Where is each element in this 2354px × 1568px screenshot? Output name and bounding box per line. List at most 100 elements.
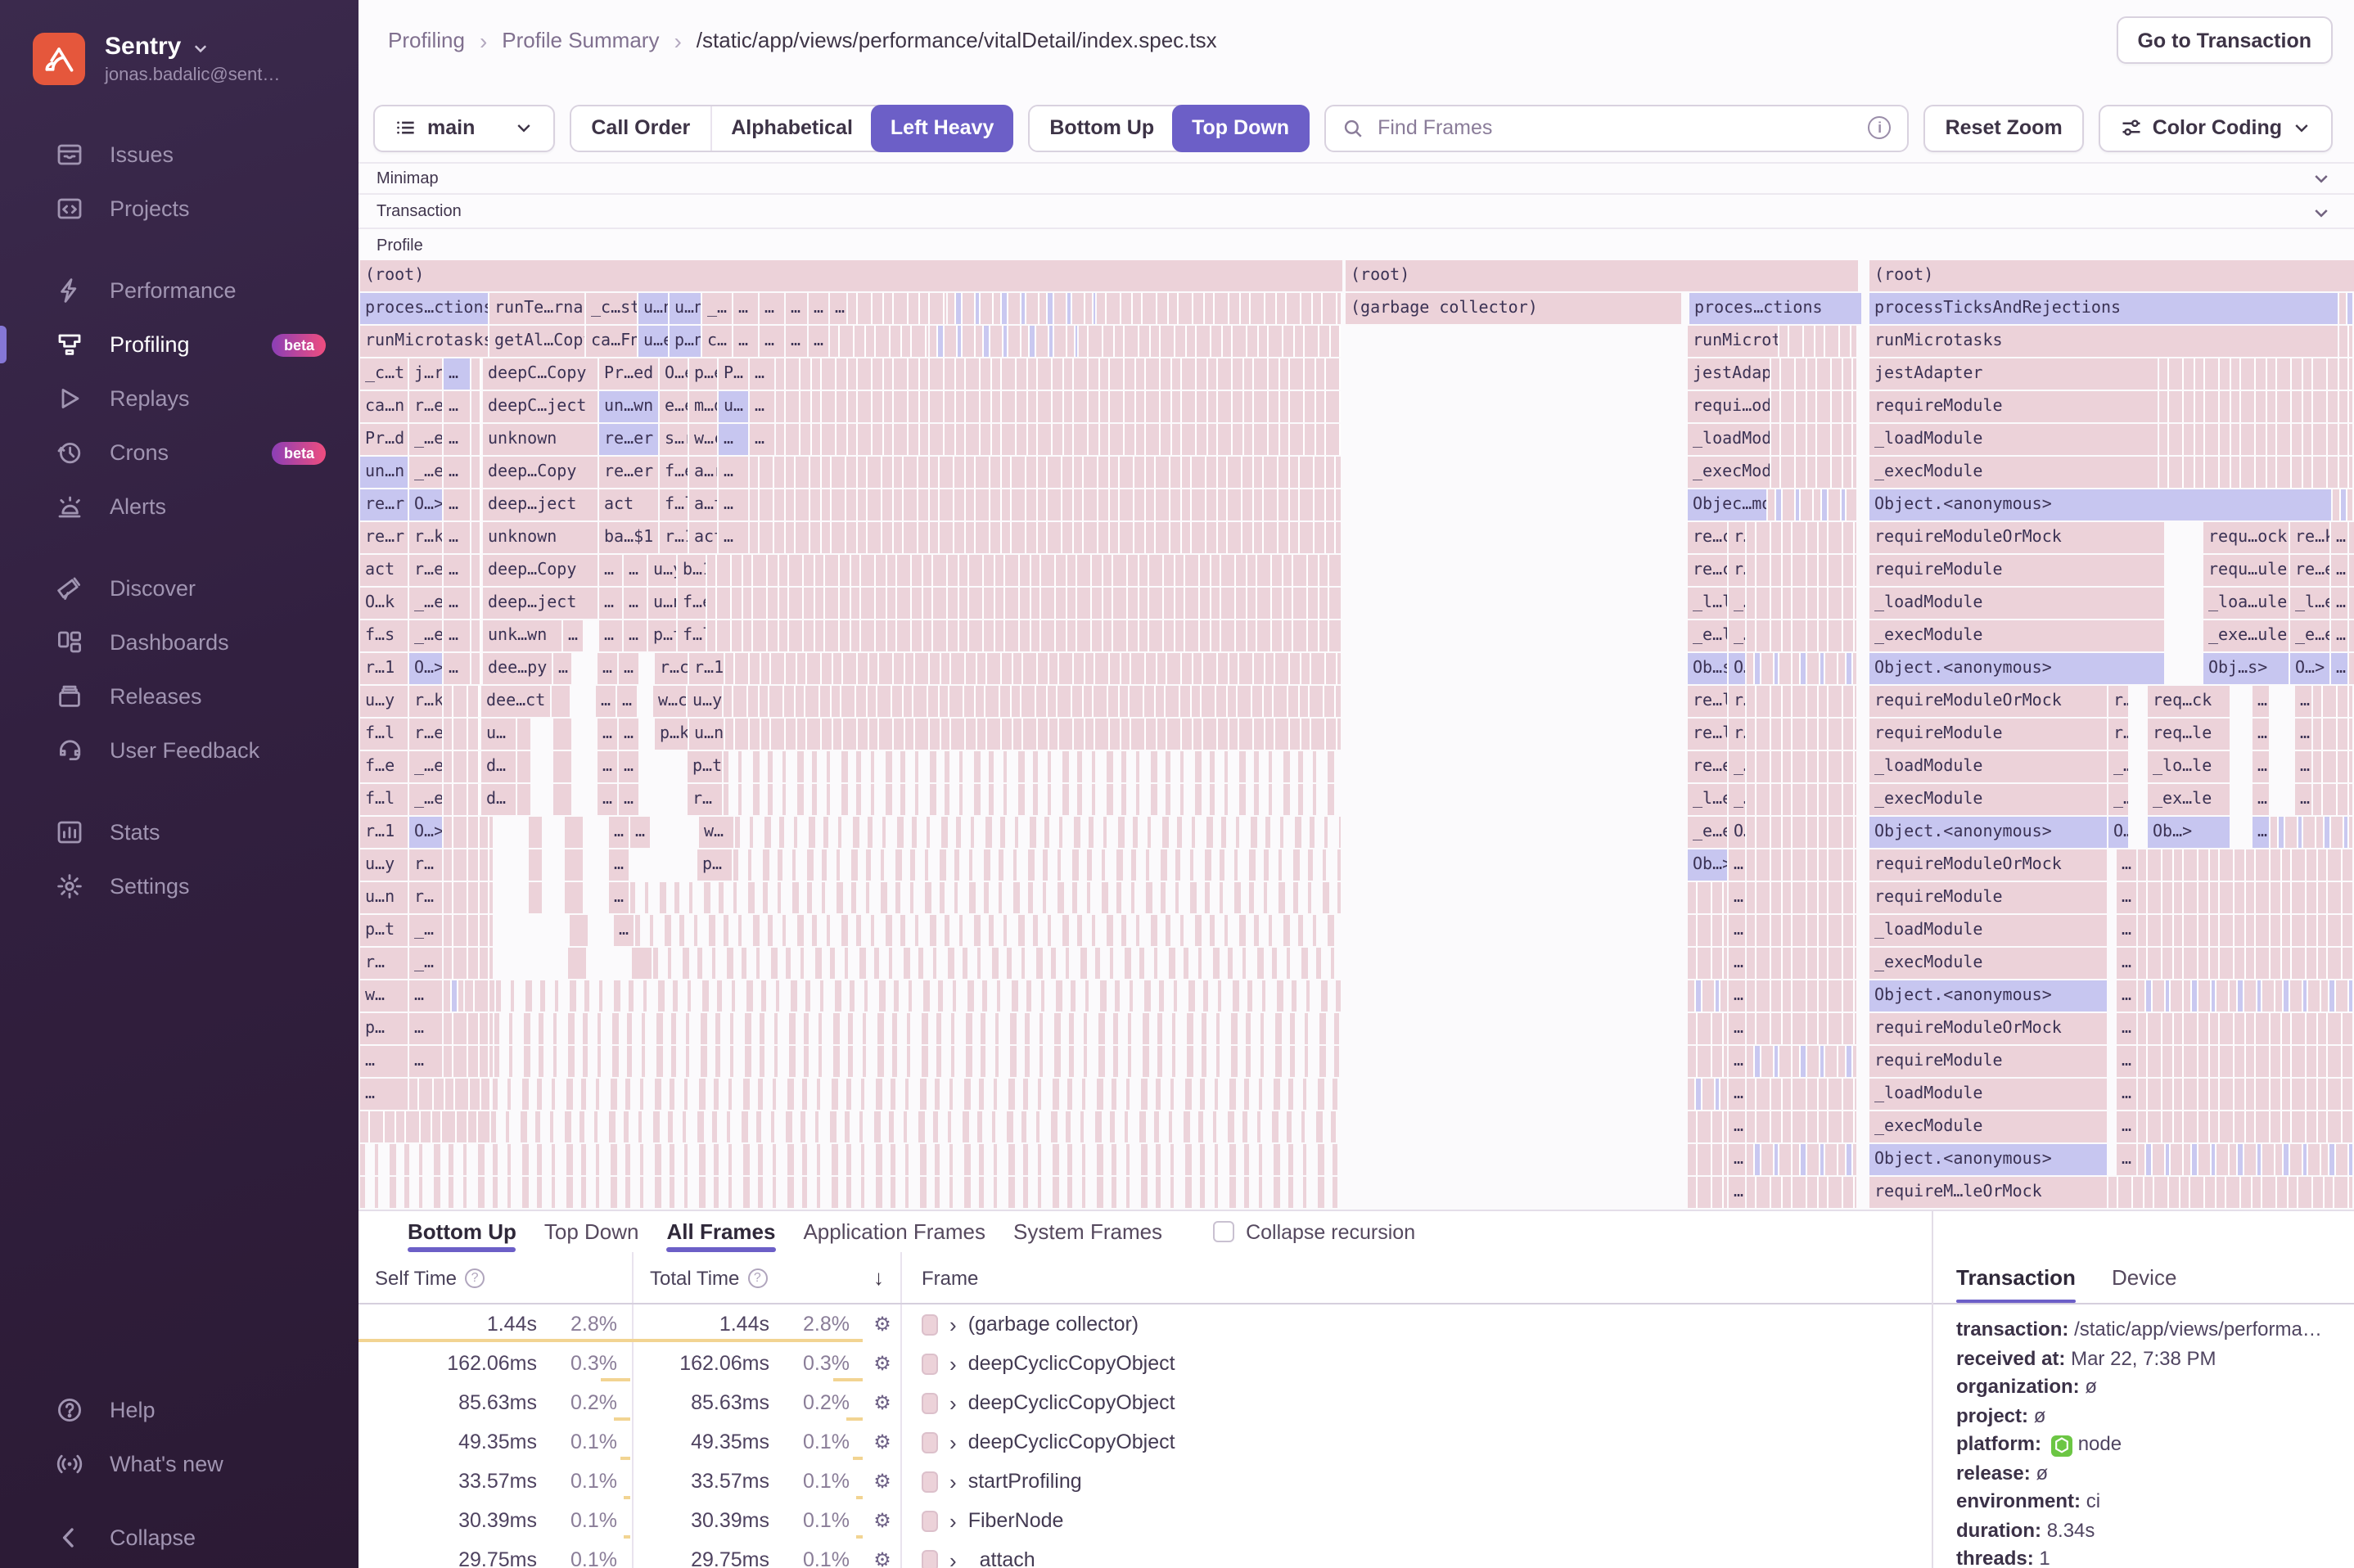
flame-frame[interactable]: w… (699, 817, 733, 848)
sort-option-left-heavy[interactable]: Left Heavy (871, 104, 1013, 151)
flame-frame[interactable]: _execModule (1869, 1111, 2107, 1142)
flame-frame[interactable]: r… (2108, 719, 2128, 750)
flame-frame[interactable]: … (1729, 915, 1745, 946)
flame-frame[interactable]: … (409, 1046, 442, 1077)
flame-frame[interactable]: r… (688, 784, 722, 815)
flame-frame[interactable]: … (2295, 784, 2311, 815)
sidebar-item-what-s-new[interactable]: What's new (0, 1437, 359, 1491)
flame-frame[interactable]: f…l (360, 719, 408, 750)
flame-frame[interactable]: O…> (409, 653, 442, 684)
sidebar-item-profiling[interactable]: Profilingbeta (0, 318, 359, 372)
flame-frame[interactable]: requireModule (1869, 1046, 2107, 1077)
flame-frame[interactable]: … (2253, 751, 2269, 782)
flame-frame[interactable]: p…k (655, 719, 688, 750)
flame-frame[interactable]: … (598, 719, 617, 750)
flame-frame[interactable]: … (733, 293, 758, 324)
flame-frame[interactable]: … (619, 719, 638, 750)
flame-frame[interactable]: … (444, 620, 470, 651)
flame-frame[interactable]: … (2331, 522, 2347, 553)
flame-frame[interactable]: … (599, 588, 622, 619)
gear-icon[interactable]: ⚙ (864, 1431, 900, 1453)
flame-frame[interactable]: … (609, 849, 629, 881)
flame-frame[interactable]: … (809, 326, 828, 357)
flame-frame[interactable]: … (1729, 1046, 1745, 1077)
flame-frame[interactable]: Obj…s> (2203, 653, 2289, 684)
flame-frame[interactable]: re…k (2290, 522, 2329, 553)
flame-frame[interactable]: … (719, 424, 748, 455)
flame-frame[interactable]: … (2117, 882, 2136, 913)
flame-frame[interactable]: … (409, 980, 442, 1012)
flame-frame[interactable]: … (553, 653, 571, 684)
flame-frame[interactable]: … (624, 588, 647, 619)
direction-option-bottom-up[interactable]: Bottom Up (1030, 106, 1174, 150)
flame-frame[interactable]: … (598, 751, 617, 782)
flame-frame[interactable]: … (2117, 980, 2136, 1012)
flame-frame[interactable]: re…r (360, 522, 408, 553)
collapse-recursion-checkbox[interactable]: Collapse recursion (1213, 1220, 1415, 1243)
flame-frame[interactable]: s…r (660, 424, 688, 455)
flame-frame[interactable]: _… (1729, 620, 1745, 651)
search-input[interactable] (1374, 115, 1857, 141)
flame-frame[interactable]: r… (1729, 719, 1745, 750)
flame-frame[interactable]: jestAdapter (1869, 358, 2158, 390)
flame-frame[interactable]: … (563, 620, 583, 651)
flame-frame[interactable]: deep…ject (483, 489, 598, 520)
flame-frame[interactable]: _…e (409, 588, 442, 619)
flame-frame[interactable]: re…er (599, 457, 658, 488)
sort-option-call-order[interactable]: Call Order (571, 106, 710, 150)
flame-frame[interactable]: … (2331, 653, 2347, 684)
flame-frame[interactable]: _… (1729, 588, 1745, 619)
flame-frame[interactable]: _loadModule (1869, 424, 2158, 455)
flame-frame[interactable]: (root) (1869, 260, 2354, 291)
flame-frame[interactable]: _…e (409, 424, 442, 455)
flame-frame[interactable]: u…n (360, 882, 408, 913)
flame-frame[interactable]: _… (2108, 751, 2128, 782)
flame-frame[interactable]: … (598, 784, 617, 815)
flame-frame[interactable]: … (444, 522, 470, 553)
sentry-logo-icon[interactable] (33, 33, 85, 85)
flame-frame[interactable]: r…k (409, 686, 442, 717)
flame-frame[interactable]: … (1729, 1111, 1745, 1142)
flame-frame[interactable]: … (444, 358, 470, 390)
flame-frame[interactable]: _execModule (1869, 784, 2107, 815)
flame-frame[interactable]: runMicrotasks (360, 326, 488, 357)
flame-frame[interactable]: requireModuleOrMock (1869, 849, 2107, 881)
flame-frame[interactable]: requireModule (1869, 882, 2107, 913)
flame-frame[interactable]: act (360, 555, 408, 586)
flame-frame[interactable]: re…l (1688, 686, 1727, 717)
flame-frame[interactable]: (root) (360, 260, 1342, 291)
flame-frame[interactable]: deepC…Copy (483, 358, 598, 390)
chevron-down-icon[interactable] (2311, 202, 2331, 222)
flame-frame[interactable]: u…e (638, 326, 668, 357)
tab-top-down[interactable]: Top Down (544, 1211, 639, 1252)
flame-frame[interactable]: … (360, 1046, 408, 1077)
flame-frame[interactable]: f…e (360, 751, 408, 782)
flame-frame[interactable]: processTicksAndRejections (1869, 293, 2338, 324)
table-row[interactable]: 49.35ms0.1% 49.35ms0.1% ⚙ › deepCyclicCo… (359, 1422, 1932, 1462)
flame-frame[interactable]: … (444, 391, 470, 422)
flame-frame[interactable]: … (614, 915, 634, 946)
sidebar-item-discover[interactable]: Discover (0, 561, 359, 615)
flame-frame[interactable]: … (750, 358, 774, 390)
flame-frame[interactable]: (root) (1346, 260, 1858, 291)
flame-frame[interactable]: p…e (689, 358, 717, 390)
flame-frame[interactable]: un…n (360, 457, 408, 488)
chevron-down-icon[interactable] (2311, 169, 2331, 188)
flame-frame[interactable]: … (1729, 980, 1745, 1012)
flame-frame[interactable]: Objec…mous> (1688, 489, 1766, 520)
flame-frame[interactable]: _loadModule (1869, 751, 2107, 782)
flame-frame[interactable]: r… (409, 849, 442, 881)
flame-frame[interactable]: … (409, 1013, 442, 1044)
flame-frame[interactable]: u…n (638, 293, 668, 324)
flame-frame[interactable]: _e…le (1688, 620, 1727, 651)
tab-bottom-up[interactable]: Bottom Up (408, 1211, 516, 1252)
flame-frame[interactable]: … (619, 784, 638, 815)
flame-frame[interactable]: O…> (2290, 653, 2329, 684)
flame-frame[interactable]: _execModule (1688, 457, 1770, 488)
flame-frame[interactable]: r… (1729, 555, 1745, 586)
tab-all-frames[interactable]: All Frames (667, 1211, 776, 1252)
flame-frame[interactable]: Object.<anonymous> (1869, 1144, 2107, 1175)
flame-frame[interactable]: re…r (360, 489, 408, 520)
flame-frame[interactable]: … (1729, 882, 1745, 913)
flame-frame[interactable]: … (444, 424, 470, 455)
